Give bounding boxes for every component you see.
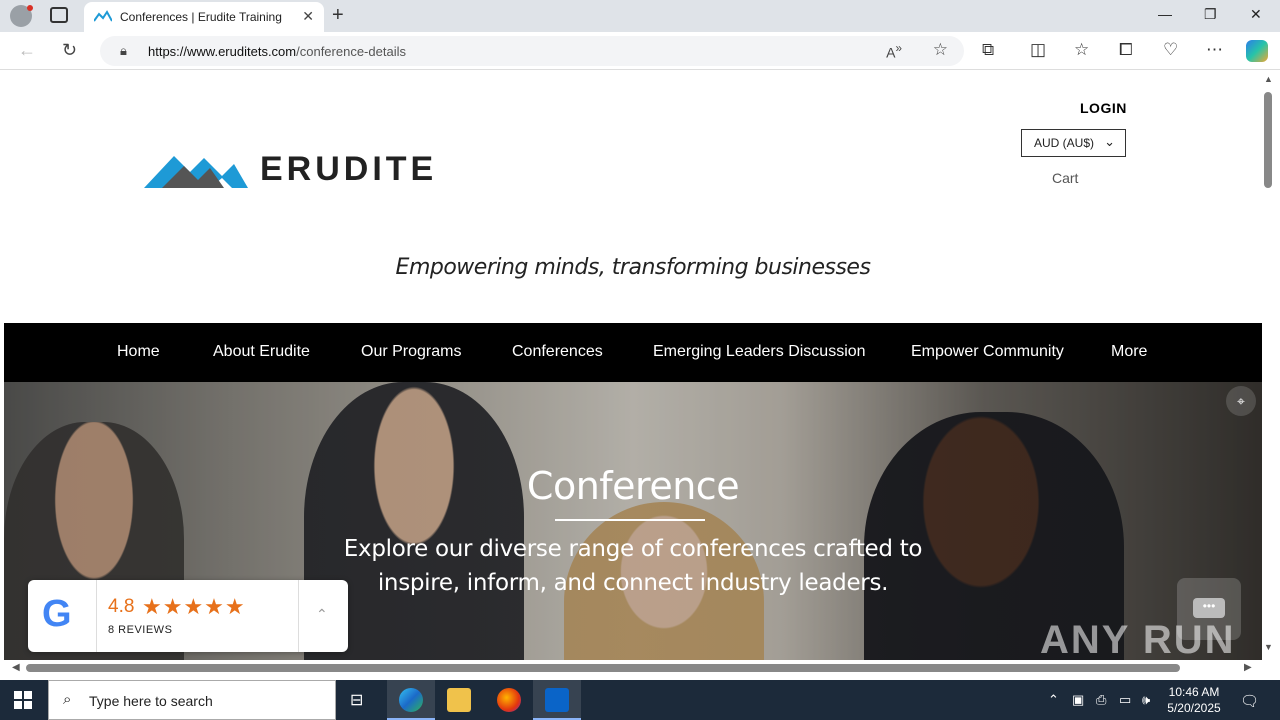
volume-icon[interactable]: 🕪︎ [1142,692,1150,708]
edge-browser-icon[interactable] [399,688,423,712]
restore-icon[interactable]: ❐ [1204,6,1217,23]
rating-stars-icon: ★★★★★ [142,594,246,619]
windows-taskbar: ⌕ Type here to search ⊟ ⌃ ▣ ⎙ ▭ 🕪︎ 10:46… [0,680,1280,720]
erudite-favicon-icon [94,10,112,22]
outlook-icon[interactable] [545,688,569,712]
outlook-tray-icon[interactable]: ▣ [1072,692,1084,708]
favorite-star-icon[interactable]: ☆ [933,40,948,60]
url-path: /conference-details [296,44,406,59]
performance-icon[interactable]: ♡ [1163,40,1178,60]
nav-item-conferences[interactable]: Conferences [512,343,603,361]
site-tagline: Empowering minds, transforming businesse… [395,255,871,280]
search-icon: ⌕ [63,691,72,708]
url-text[interactable]: https://www.eruditets.com/conference-det… [148,44,406,59]
new-tab-button[interactable]: + [332,4,344,27]
network-icon[interactable]: ▭ [1119,692,1131,708]
logo-text[interactable]: ERUDITE [260,150,437,189]
nav-item-about[interactable]: About Erudite [213,343,310,361]
scrollbar-thumb[interactable] [26,664,1180,672]
nav-item-more[interactable]: More [1111,343,1147,361]
split-screen-icon[interactable]: ◫ [1030,40,1046,60]
more-menu-icon[interactable]: ⋯ [1206,40,1223,60]
address-bar[interactable]: 🔒︎ https://www.eruditets.com/conference-… [100,36,964,66]
tray-expand-icon[interactable]: ⌃ [1048,692,1059,708]
file-explorer-icon[interactable] [447,688,471,712]
review-count[interactable]: 8 REVIEWS [108,624,172,636]
hero-subtitle: Explore our diverse range of conferences… [343,536,923,596]
horizontal-scrollbar[interactable]: ◀ ▶ [4,660,1262,680]
taskbar-clock[interactable]: 10:46 AM 5/20/2025 [1166,684,1222,716]
review-rating: 4.8 [108,596,135,617]
tab-actions-icon[interactable] [50,7,68,23]
chevron-up-icon[interactable]: ⌃ [316,606,328,623]
divider [96,580,97,652]
nav-item-emerging-leaders[interactable]: Emerging Leaders Discussion [653,343,866,361]
nav-item-home[interactable]: Home [117,343,160,361]
extensions-icon[interactable]: ⧉ [982,40,994,60]
search-placeholder: Type here to search [89,693,213,709]
favorites-icon[interactable]: ☆ [1074,40,1089,60]
chevron-down-icon: ⌄ [1104,134,1115,149]
clock-date: 5/20/2025 [1167,701,1221,715]
taskbar-search[interactable]: ⌕ Type here to search [48,680,336,720]
anyrun-watermark: ANY RUN [1040,618,1236,660]
back-icon[interactable]: ← [18,40,36,61]
chat-bubble-icon: ••• [1193,598,1225,618]
window-close-icon[interactable]: ✕ [1250,6,1262,23]
main-nav: Home About Erudite Our Programs Conferen… [4,323,1262,382]
collections-icon[interactable]: ⧠ [1119,40,1133,60]
currency-select[interactable]: AUD (AU$) ⌄ [1021,129,1126,157]
scroll-up-icon[interactable]: ▲ [1264,74,1273,84]
divider [298,580,299,652]
currency-selected: AUD (AU$) [1034,136,1095,150]
vertical-scrollbar[interactable]: ▲ ▼ [1262,70,1280,660]
copilot-icon[interactable] [1246,40,1268,62]
lock-icon[interactable]: 🔒︎ [120,43,127,59]
url-host: https://www.eruditets.com [148,44,297,59]
clock-time: 10:46 AM [1168,685,1220,699]
windows-start-icon[interactable] [14,691,32,709]
hero-title: Conference [526,464,740,508]
tab-title: Conferences | Erudite Training [120,10,282,24]
browser-tab-bar: Conferences | Erudite Training ✕ + — ❐ ✕ [0,0,1280,32]
nav-item-empower-community[interactable]: Empower Community [911,343,1064,361]
google-logo-icon: G [42,593,72,635]
nav-item-programs[interactable]: Our Programs [361,343,461,361]
task-view-icon[interactable]: ⊟ [350,690,363,710]
notifications-icon[interactable]: 🗨︎ [1240,692,1259,710]
scroll-left-icon[interactable]: ◀ [12,662,20,673]
scroll-right-icon[interactable]: ▶ [1244,662,1252,673]
address-toolbar: ← ↻ 🔒︎ https://www.eruditets.com/confere… [0,32,1280,70]
visual-search-icon[interactable]: ⌖ [1226,386,1256,416]
notification-dot-icon [27,5,33,11]
scrollbar-thumb[interactable] [1264,92,1272,188]
device-tray-icon[interactable]: ⎙ [1096,692,1106,708]
minimize-icon[interactable]: — [1158,6,1172,22]
login-link[interactable]: LOGIN [1080,100,1127,116]
firefox-icon[interactable] [497,688,521,712]
refresh-icon[interactable]: ↻ [62,40,77,61]
active-tab[interactable]: Conferences | Erudite Training ✕ [84,2,324,32]
cart-link[interactable]: Cart [1052,170,1078,186]
page-viewport: ERUDITE LOGIN AUD (AU$) ⌄ Cart Empowerin… [4,70,1262,660]
close-tab-icon[interactable]: ✕ [302,8,314,25]
scroll-down-icon[interactable]: ▼ [1264,642,1273,652]
read-aloud-icon[interactable]: A» [886,42,902,61]
google-reviews-widget[interactable]: G 4.8 ★★★★★ 8 REVIEWS ⌃ [28,580,348,652]
hero-divider [555,519,705,521]
